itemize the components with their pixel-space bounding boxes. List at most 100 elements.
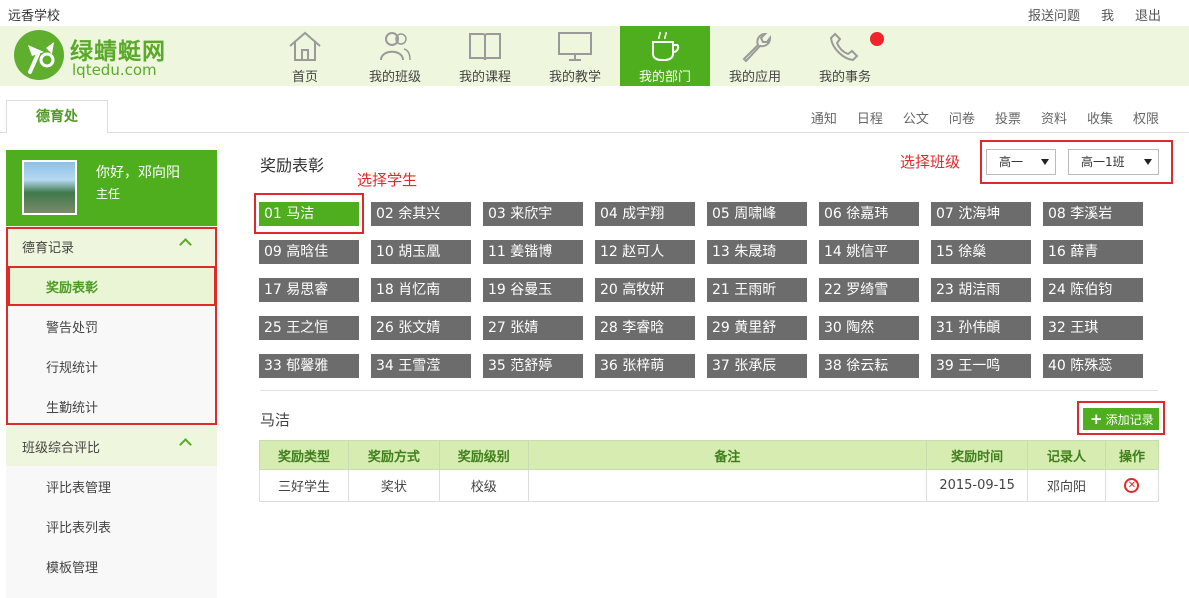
- student-button[interactable]: 11 姜锴博: [483, 240, 583, 264]
- sidebar-section-moral-records[interactable]: 德育记录: [6, 226, 217, 266]
- student-button[interactable]: 18 肖忆南: [371, 278, 471, 302]
- cell-reward-time: 2015-09-15: [926, 469, 1029, 502]
- student-button[interactable]: 16 薛青: [1043, 240, 1143, 264]
- nav-my-courses[interactable]: 我的课程: [440, 26, 530, 86]
- student-button[interactable]: 40 陈殊蕊: [1043, 354, 1143, 378]
- cell-actions: ✕: [1104, 469, 1160, 502]
- table-row: 三好学生 奖状 校级 2015-09-15 邓向阳 ✕: [259, 469, 1160, 502]
- people-icon: [380, 32, 411, 61]
- student-button[interactable]: 12 赵可人: [595, 240, 695, 264]
- student-button[interactable]: 30 陶然: [819, 316, 919, 340]
- nav-my-department-label: 我的部门: [638, 70, 691, 85]
- house-icon: [289, 31, 321, 61]
- class-select[interactable]: 高一1班: [1068, 149, 1159, 175]
- sidebar-item-attendance-stats[interactable]: 生勤统计: [6, 386, 217, 426]
- nav-my-department[interactable]: 我的部门: [620, 26, 710, 86]
- add-record-label: 添加记录: [1105, 413, 1154, 427]
- student-button[interactable]: 13 朱晟琦: [707, 240, 807, 264]
- tab-permissions[interactable]: 权限: [1133, 108, 1159, 127]
- student-button[interactable]: 03 来欣宇: [483, 202, 583, 226]
- student-button[interactable]: 04 成宇翔: [595, 202, 695, 226]
- sidebar-item-conduct-stats[interactable]: 行规统计: [6, 346, 217, 386]
- student-button[interactable]: 27 张婧: [483, 316, 583, 340]
- department-tabs: 通知 日程 公文 问卷 投票 资料 收集 权限: [791, 108, 1159, 127]
- student-button[interactable]: 36 张梓萌: [595, 354, 695, 378]
- tab-schedule[interactable]: 日程: [857, 108, 883, 127]
- sidebar-item-rewards[interactable]: 奖励表彰: [6, 266, 217, 306]
- sidebar: 你好，邓向阳 主任 德育记录 奖励表彰 警告处罚 行规统计 生勤统计 班级综合评…: [6, 150, 217, 598]
- student-button[interactable]: 33 郁馨雅: [259, 354, 359, 378]
- student-button[interactable]: 31 孙伟頔: [931, 316, 1031, 340]
- student-button[interactable]: 29 黄里舒: [707, 316, 807, 340]
- cell-reward-method: 奖状: [347, 469, 440, 502]
- section-title: 德育记录: [22, 241, 75, 256]
- student-button[interactable]: 19 谷曼玉: [483, 278, 583, 302]
- logo-text-en: lqtedu.com: [72, 61, 157, 79]
- grade-select-value: 高一: [999, 155, 1024, 169]
- sidebar-section-class-evaluation[interactable]: 班级综合评比: [6, 426, 217, 466]
- logo[interactable]: 绿蜻蜓网 lqtedu.com: [14, 28, 174, 82]
- student-button[interactable]: 35 范舒婷: [483, 354, 583, 378]
- student-button[interactable]: 28 李睿晗: [595, 316, 695, 340]
- tab-documents[interactable]: 公文: [903, 108, 929, 127]
- tab-vote[interactable]: 投票: [995, 108, 1021, 127]
- student-button[interactable]: 06 徐嘉玮: [819, 202, 919, 226]
- sidebar-item-eval-table-manage[interactable]: 评比表管理: [6, 466, 217, 506]
- section-title: 班级综合评比: [22, 441, 101, 456]
- grade-select[interactable]: 高一: [986, 149, 1056, 175]
- report-issue-link[interactable]: 报送问题: [1028, 5, 1080, 24]
- tab-notice[interactable]: 通知: [811, 108, 837, 127]
- student-button[interactable]: 23 胡洁雨: [931, 278, 1031, 302]
- student-button[interactable]: 37 张承辰: [707, 354, 807, 378]
- sidebar-item-label: 评比表列表: [46, 521, 112, 536]
- sidebar-item-template-manage[interactable]: 模板管理: [6, 546, 217, 586]
- nav-my-class[interactable]: 我的班级: [350, 26, 440, 86]
- student-button[interactable]: 15 徐燊: [931, 240, 1031, 264]
- cell-reward-level: 校级: [438, 469, 529, 502]
- tab-department[interactable]: 德育处: [6, 100, 108, 134]
- student-button[interactable]: 14 姚信平: [819, 240, 919, 264]
- col-recorder: 记录人: [1027, 440, 1106, 470]
- reward-records-table: 奖励类型 奖励方式 奖励级别 备注 奖励时间 记录人 操作 三好学生 奖状 校级…: [259, 440, 1160, 502]
- student-button[interactable]: 09 高晗佳: [259, 240, 359, 264]
- chevron-up-icon: [179, 438, 192, 451]
- student-button[interactable]: 24 陈伯钧: [1043, 278, 1143, 302]
- nav-home[interactable]: 首页: [260, 26, 350, 86]
- student-button[interactable]: 21 王雨昕: [707, 278, 807, 302]
- nav-my-teaching[interactable]: 我的教学: [530, 26, 620, 86]
- student-button[interactable]: 01 马洁: [259, 202, 359, 226]
- sidebar-item-label: 生勤统计: [46, 401, 99, 416]
- student-button[interactable]: 34 王雪滢: [371, 354, 471, 378]
- student-button[interactable]: 39 王一鸣: [931, 354, 1031, 378]
- sidebar-item-eval-table-list[interactable]: 评比表列表: [6, 506, 217, 546]
- logout-link[interactable]: 退出: [1135, 5, 1161, 24]
- student-button[interactable]: 02 余其兴: [371, 202, 471, 226]
- student-button[interactable]: 32 王琪: [1043, 316, 1143, 340]
- sidebar-item-label: 模板管理: [46, 561, 99, 576]
- student-button[interactable]: 20 高牧妍: [595, 278, 695, 302]
- user-role: 主任: [96, 187, 121, 201]
- chevron-up-icon: [179, 238, 192, 251]
- student-button[interactable]: 17 易思睿: [259, 278, 359, 302]
- delete-icon[interactable]: ✕: [1124, 478, 1140, 493]
- add-record-button[interactable]: + 添加记录: [1083, 408, 1159, 430]
- student-button[interactable]: 22 罗绮雪: [819, 278, 919, 302]
- student-button[interactable]: 25 王之恒: [259, 316, 359, 340]
- me-link[interactable]: 我: [1101, 5, 1114, 24]
- tab-materials[interactable]: 资料: [1041, 108, 1067, 127]
- student-button[interactable]: 05 周啸峰: [707, 202, 807, 226]
- col-reward-time: 奖励时间: [926, 440, 1029, 470]
- tab-collect[interactable]: 收集: [1087, 108, 1113, 127]
- avatar[interactable]: [22, 160, 77, 215]
- top-bar: 远香学校 报送问题 我 退出: [0, 0, 1189, 26]
- student-button[interactable]: 26 张文婧: [371, 316, 471, 340]
- tab-questionnaire[interactable]: 问卷: [949, 108, 975, 127]
- sidebar-item-warnings[interactable]: 警告处罚: [6, 306, 217, 346]
- student-button[interactable]: 10 胡玉凰: [371, 240, 471, 264]
- student-button[interactable]: 07 沈海坤: [931, 202, 1031, 226]
- student-button[interactable]: 38 徐云耘: [819, 354, 919, 378]
- nav-my-apps[interactable]: 我的应用: [710, 26, 800, 86]
- sidebar-item-label: 奖励表彰: [46, 281, 99, 296]
- col-reward-type: 奖励类型: [259, 440, 349, 470]
- student-button[interactable]: 08 李溪岩: [1043, 202, 1143, 226]
